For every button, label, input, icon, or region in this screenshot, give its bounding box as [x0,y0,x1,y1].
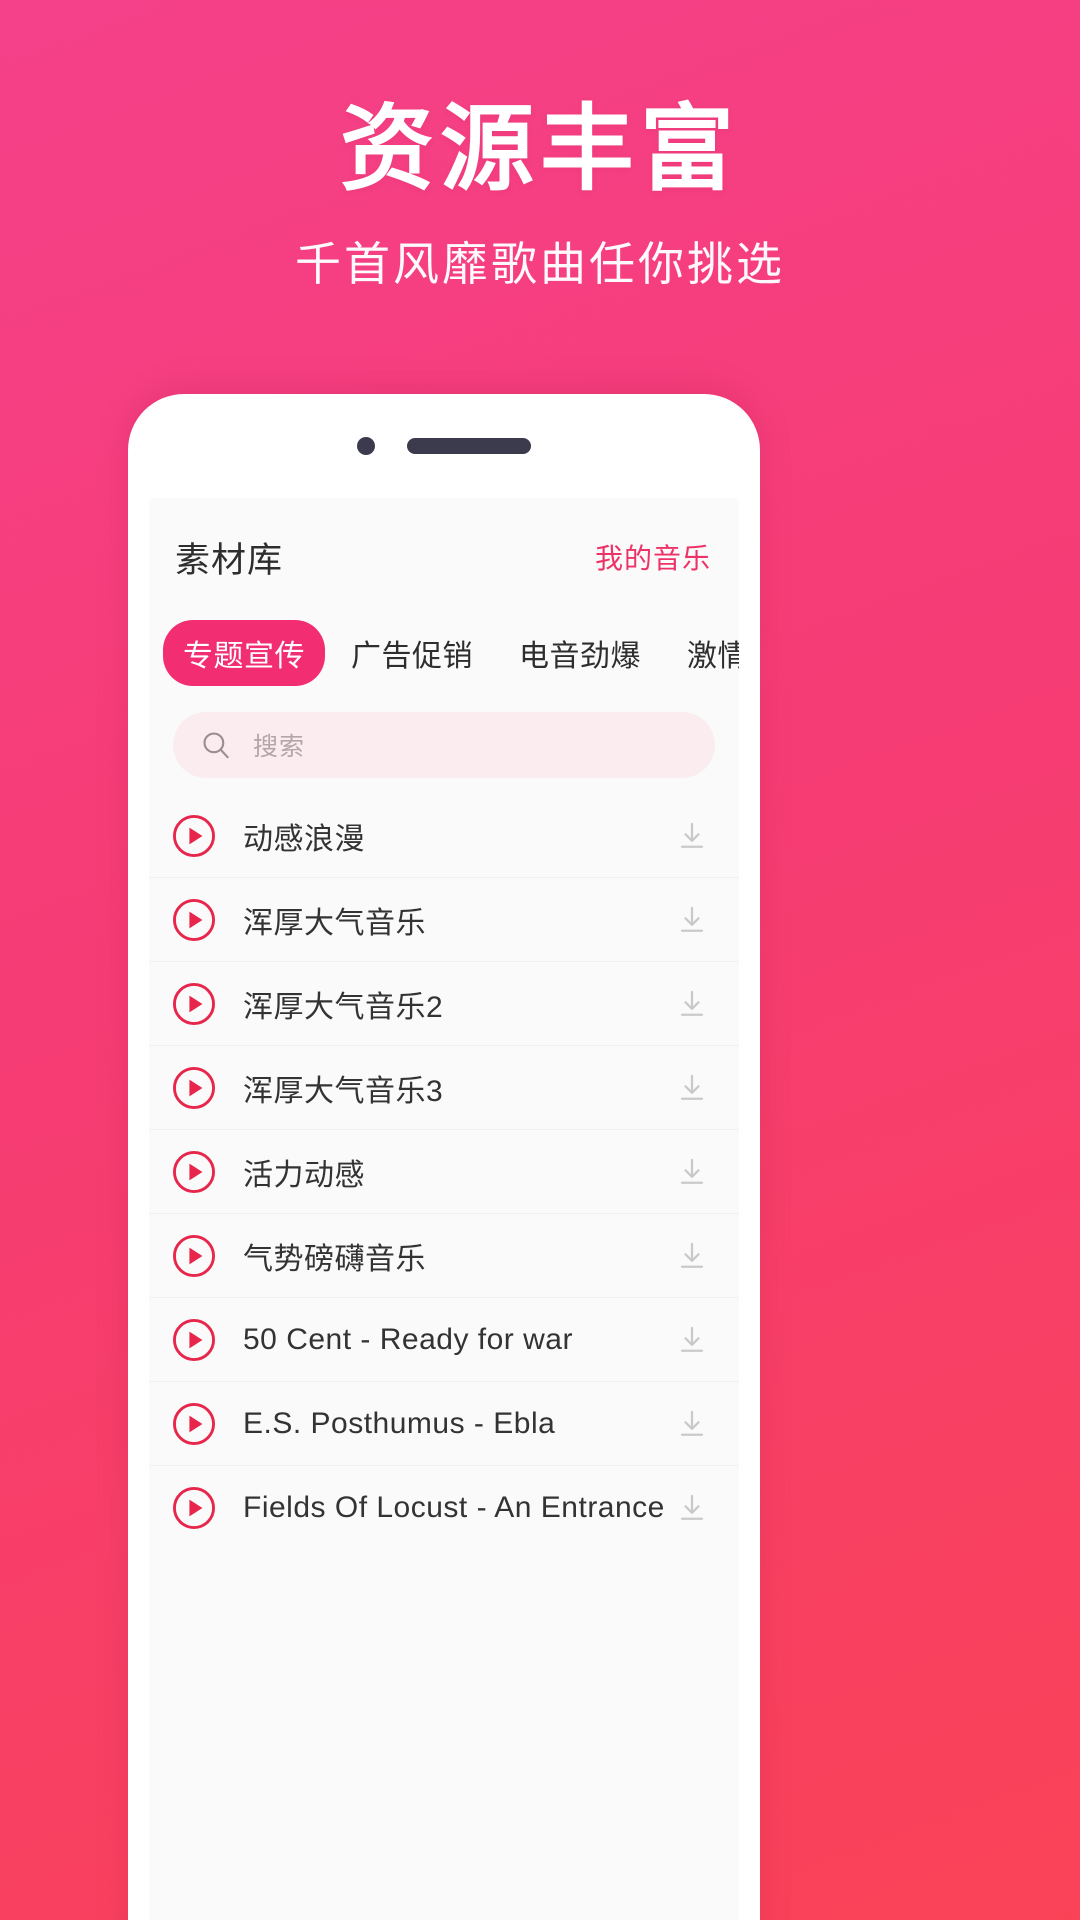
tab-guanggao-cuxiao[interactable]: 广告促销 [331,620,493,686]
download-icon[interactable] [675,1407,709,1441]
song-title: Fields Of Locust - An Entrance [243,1491,665,1524]
song-title: 浑厚大气音乐3 [243,1074,444,1108]
play-circle-icon[interactable] [171,1149,217,1195]
play-circle-icon[interactable] [171,813,217,859]
download-icon[interactable] [675,1323,709,1357]
play-circle-icon[interactable] [171,1233,217,1279]
table-row[interactable]: 气势磅礴音乐 [149,1214,739,1298]
app-screen: 素材库 我的音乐 专题宣传 广告促销 电音劲爆 激情磅礴 搜索 [149,498,739,1920]
table-row[interactable]: 浑厚大气音乐3 [149,1046,739,1130]
play-circle-icon[interactable] [171,1485,217,1531]
download-icon[interactable] [675,1155,709,1189]
song-title: 浑厚大气音乐 [243,906,426,940]
phone-notch [128,394,760,498]
category-tabs: 专题宣传 广告促销 电音劲爆 激情磅礴 [149,616,739,690]
phone-mockup: 素材库 我的音乐 专题宣传 广告促销 电音劲爆 激情磅礴 搜索 [128,394,760,1920]
play-circle-icon[interactable] [171,1065,217,1111]
table-row[interactable]: 活力动感 [149,1130,739,1214]
song-title: 活力动感 [243,1158,365,1192]
app-header: 素材库 我的音乐 [149,498,739,616]
table-row[interactable]: 50 Cent - Ready for war [149,1298,739,1382]
download-icon[interactable] [675,819,709,853]
tab-jiqing-pangbo[interactable]: 激情磅礴 [667,620,739,686]
download-icon[interactable] [675,1491,709,1525]
camera-dot-icon [357,437,375,455]
app-title: 素材库 [175,540,284,580]
song-title: 浑厚大气音乐2 [243,990,444,1024]
song-title: 50 Cent - Ready for war [243,1322,573,1356]
play-circle-icon[interactable] [171,981,217,1027]
download-icon[interactable] [675,1071,709,1105]
play-circle-icon[interactable] [171,1401,217,1447]
speaker-bar-icon [407,438,531,454]
search-icon [203,732,229,759]
tab-dianyin-jinbao[interactable]: 电音劲爆 [499,620,661,686]
song-list: 动感浪漫 浑厚大气音乐 浑厚大气音乐2 浑厚大气音乐3 活力动感 气势磅礴音乐 … [149,788,739,1550]
download-icon[interactable] [675,903,709,937]
page-title: 资源丰富 [339,96,740,201]
download-icon[interactable] [675,987,709,1021]
song-title: 气势磅礴音乐 [243,1242,426,1276]
download-icon[interactable] [675,1239,709,1273]
play-circle-icon[interactable] [171,897,217,943]
hero-section: 资源丰富 千首风靡歌曲任你挑选 [0,0,1080,294]
song-title: 动感浪漫 [243,822,365,856]
table-row[interactable]: E.S. Posthumus - Ebla [149,1382,739,1466]
play-circle-icon[interactable] [171,1317,217,1363]
tab-zhuanti-xuanchuan[interactable]: 专题宣传 [163,620,325,686]
table-row[interactable]: 浑厚大气音乐 [149,878,739,962]
table-row[interactable]: Fields Of Locust - An Entrance [149,1466,739,1550]
search-section: 搜索 [149,690,739,788]
my-music-link[interactable]: 我的音乐 [595,537,711,577]
page-subtitle: 千首风靡歌曲任你挑选 [295,237,785,290]
table-row[interactable]: 浑厚大气音乐2 [149,962,739,1046]
search-placeholder: 搜索 [253,733,306,761]
search-input[interactable]: 搜索 [173,712,715,778]
song-title: E.S. Posthumus - Ebla [243,1406,556,1440]
table-row[interactable]: 动感浪漫 [149,794,739,878]
